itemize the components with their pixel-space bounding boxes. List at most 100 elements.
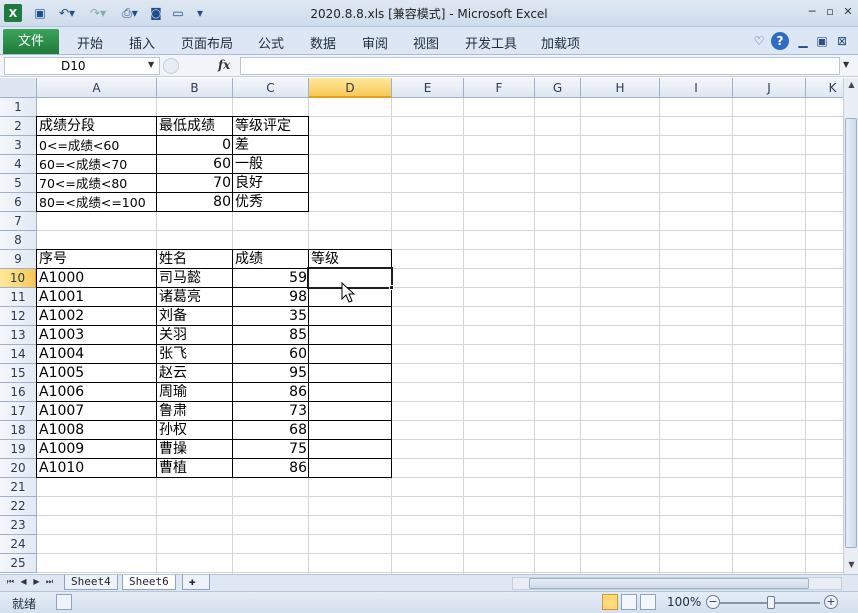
last-sheet-icon[interactable]: ⏭	[45, 577, 54, 587]
row-header-20[interactable]: 20	[0, 459, 37, 478]
row-header-12[interactable]: 12	[0, 307, 37, 326]
next-sheet-icon[interactable]: ▶	[32, 577, 41, 586]
cell[interactable]: 一般	[233, 155, 309, 174]
cell[interactable]: 等级评定	[233, 117, 309, 136]
cell[interactable]: 赵云	[157, 364, 233, 383]
horizontal-scroll-thumb[interactable]	[529, 578, 809, 589]
cell[interactable]: A1010	[37, 459, 157, 478]
row-header-21[interactable]: 21	[0, 478, 37, 497]
cell[interactable]: A1000	[37, 269, 157, 288]
cell[interactable]: 59	[233, 269, 309, 288]
cell[interactable]: 诸葛亮	[157, 288, 233, 307]
sheet-tab-sheet6[interactable]: Sheet6	[122, 575, 176, 590]
tab-home[interactable]: 开始	[77, 33, 103, 52]
expand-formula-bar-icon[interactable]: ▼	[843, 60, 849, 69]
row-header-7[interactable]: 7	[0, 212, 37, 231]
cell[interactable]: 关羽	[157, 326, 233, 345]
close-button[interactable]: ✕	[840, 4, 856, 20]
cell[interactable]: 孙权	[157, 421, 233, 440]
row-header-18[interactable]: 18	[0, 421, 37, 440]
horizontal-scrollbar[interactable]	[512, 577, 842, 590]
cell[interactable]: 司马懿	[157, 269, 233, 288]
cell[interactable]	[309, 326, 392, 345]
cell[interactable]: 80=<成绩<=100	[37, 193, 157, 212]
cell[interactable]: A1008	[37, 421, 157, 440]
cell[interactable]: A1004	[37, 345, 157, 364]
cell[interactable]: A1009	[37, 440, 157, 459]
cell[interactable]: 70	[157, 174, 233, 193]
row-header-17[interactable]: 17	[0, 402, 37, 421]
fill-handle[interactable]	[389, 285, 394, 290]
cell[interactable]: 最低成绩	[157, 117, 233, 136]
row-header-5[interactable]: 5	[0, 174, 37, 193]
workbook-close-icon[interactable]: ⊠	[835, 32, 849, 50]
cell[interactable]: 0	[157, 136, 233, 155]
worksheet-grid[interactable]: A B C D E F G H I J K 1 2 3 4 5 6 7 8 9 10 11 12 13 14 15 16 17 18 19…	[0, 78, 843, 574]
row-header-8[interactable]: 8	[0, 231, 37, 250]
cell[interactable]: 鲁肃	[157, 402, 233, 421]
chevron-down-icon[interactable]: ▼	[148, 60, 154, 69]
row-header-9[interactable]: 9	[0, 250, 37, 269]
zoom-in-icon[interactable]: +	[824, 595, 838, 609]
cell[interactable]: 80	[157, 193, 233, 212]
cell[interactable]: 0<=成绩<60	[37, 136, 157, 155]
prev-sheet-icon[interactable]: ◀	[19, 577, 28, 586]
cell[interactable]: A1005	[37, 364, 157, 383]
cell[interactable]: 曹操	[157, 440, 233, 459]
cell[interactable]	[309, 440, 392, 459]
tab-file[interactable]: 文件	[3, 29, 59, 54]
vertical-scrollbar[interactable]: ▲ ▼	[843, 78, 858, 574]
row-header-1[interactable]: 1	[0, 98, 37, 117]
workbook-minimize-icon[interactable]: ▁	[796, 32, 810, 50]
macro-record-icon[interactable]	[56, 594, 72, 610]
help-icon[interactable]: ?	[771, 32, 789, 50]
row-header-11[interactable]: 11	[0, 288, 37, 307]
cell[interactable]: A1003	[37, 326, 157, 345]
cell[interactable]: 优秀	[233, 193, 309, 212]
normal-view-icon[interactable]	[602, 594, 618, 610]
ribbon-collapse-icon[interactable]: ♡	[752, 32, 766, 50]
tab-addins[interactable]: 加载项	[541, 33, 580, 52]
cell[interactable]	[309, 307, 392, 326]
row-header-4[interactable]: 4	[0, 155, 37, 174]
column-header-d[interactable]: D	[309, 78, 392, 98]
tab-data[interactable]: 数据	[310, 33, 336, 52]
row-header-16[interactable]: 16	[0, 383, 37, 402]
insert-function-icon[interactable]: fx	[218, 58, 230, 72]
row-header-6[interactable]: 6	[0, 193, 37, 212]
column-header-i[interactable]: I	[660, 78, 733, 98]
column-header-j[interactable]: J	[733, 78, 806, 98]
select-all-button[interactable]	[0, 78, 37, 98]
tab-page-layout[interactable]: 页面布局	[181, 33, 233, 52]
tab-formulas[interactable]: 公式	[258, 33, 284, 52]
insert-sheet-icon[interactable]: ✚	[182, 575, 210, 590]
scroll-down-icon[interactable]: ▼	[844, 560, 858, 569]
minimize-button[interactable]: ─	[804, 4, 820, 20]
column-header-c[interactable]: C	[233, 78, 309, 98]
cell[interactable]: 成绩分段	[37, 117, 157, 136]
cell[interactable]: 60=<成绩<70	[37, 155, 157, 174]
cell[interactable]	[309, 364, 392, 383]
cell[interactable]: A1001	[37, 288, 157, 307]
tab-review[interactable]: 审阅	[362, 33, 388, 52]
cell[interactable]: 60	[233, 345, 309, 364]
row-header-25[interactable]: 25	[0, 554, 37, 573]
row-header-13[interactable]: 13	[0, 326, 37, 345]
column-header-a[interactable]: A	[37, 78, 157, 98]
row-header-22[interactable]: 22	[0, 497, 37, 516]
row-header-23[interactable]: 23	[0, 516, 37, 535]
formula-input[interactable]	[240, 57, 840, 75]
cell[interactable]: A1006	[37, 383, 157, 402]
cell[interactable]: 98	[233, 288, 309, 307]
zoom-slider-thumb[interactable]	[767, 596, 775, 609]
zoom-out-icon[interactable]: −	[706, 595, 720, 609]
column-header-e[interactable]: E	[392, 78, 464, 98]
cell[interactable]: 68	[233, 421, 309, 440]
column-header-f[interactable]: F	[464, 78, 535, 98]
cell[interactable]: 成绩	[233, 250, 309, 269]
cell[interactable]: A1007	[37, 402, 157, 421]
row-header-24[interactable]: 24	[0, 535, 37, 554]
cell[interactable]: 35	[233, 307, 309, 326]
row-header-2[interactable]: 2	[0, 117, 37, 136]
cell[interactable]: 86	[233, 459, 309, 478]
